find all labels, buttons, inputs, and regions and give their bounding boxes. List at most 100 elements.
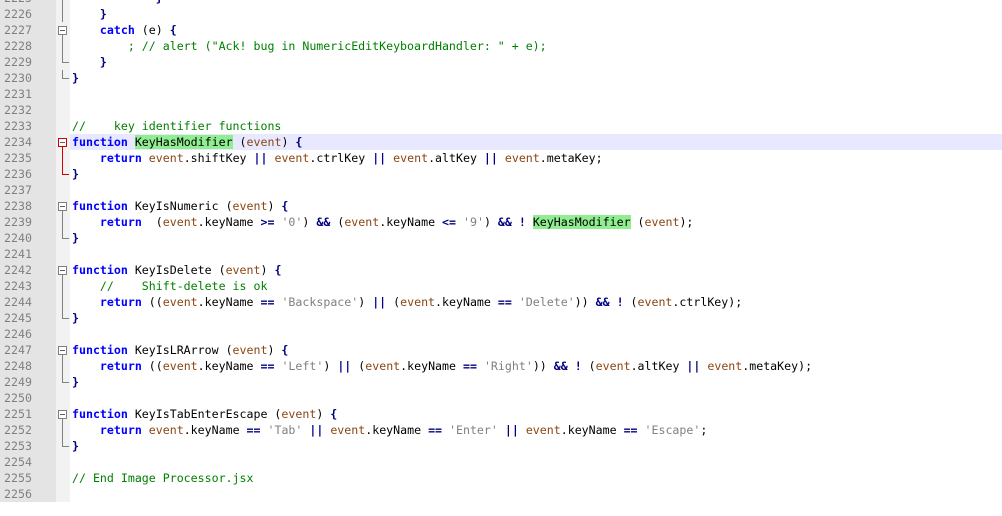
code-token: event [246, 135, 282, 149]
code-token: )) [574, 295, 596, 309]
fold-toggle-icon[interactable] [56, 198, 70, 214]
code-token: == [462, 359, 477, 373]
code-line[interactable]: 2227 catch (e) { [0, 22, 1002, 38]
line-number: 2253 [0, 438, 56, 454]
code-token: ; [700, 423, 708, 437]
fold-toggle-icon[interactable] [56, 134, 70, 150]
code-token: ( [623, 295, 638, 309]
code-token: // End Image Processor.jsx [72, 471, 254, 485]
code-token: } [72, 311, 79, 325]
code-line[interactable]: 2239 return (event.keyName >= '0') && (e… [0, 214, 1002, 230]
code-token: } [72, 71, 79, 85]
code-line[interactable]: 2254 [0, 454, 1002, 470]
code-text: function KeyIsNumeric (event) { [72, 198, 288, 214]
code-line[interactable]: 2249} [0, 374, 1002, 390]
fold-toggle-icon[interactable] [56, 22, 70, 38]
code-token: ( [386, 295, 401, 309]
fold-margin [56, 118, 70, 134]
line-number: 2252 [0, 422, 56, 438]
code-token: ) [260, 263, 275, 277]
code-line[interactable]: 2229 } [0, 54, 1002, 70]
code-line[interactable]: 2234 function KeyHasModifier (event) { [0, 134, 1002, 150]
code-token: ) [267, 199, 282, 213]
code-token: 'Delete' [518, 295, 575, 309]
code-line[interactable]: 2247 function KeyIsLRArrow (event) { [0, 342, 1002, 358]
code-token: function [72, 343, 128, 357]
code-token: { [281, 343, 289, 357]
code-text: // Shift-delete is ok [72, 278, 268, 294]
code-token: ( [232, 135, 247, 149]
code-token: event [400, 295, 436, 309]
code-line[interactable]: 2243 // Shift-delete is ok [0, 278, 1002, 294]
code-token: ) [302, 215, 317, 229]
code-token: && ! [553, 359, 582, 373]
code-token: .metaKey; [539, 151, 603, 165]
code-line[interactable]: 2246 [0, 326, 1002, 342]
fold-margin [56, 470, 70, 486]
line-number: 2233 [0, 118, 56, 134]
code-text: } [72, 310, 79, 326]
code-line[interactable]: 2250 [0, 390, 1002, 406]
code-line[interactable]: 2245} [0, 310, 1002, 326]
code-token: ; // alert ("Ack! bug in NumericEditKeyb… [72, 39, 547, 53]
line-number: 2228 [0, 38, 56, 54]
code-line[interactable]: 2228 ; // alert ("Ack! bug in NumericEdi… [0, 38, 1002, 54]
code-line[interactable]: 2236} [0, 166, 1002, 182]
code-line[interactable]: 2231 [0, 86, 1002, 102]
highlighted-token: KeyHasModifier [134, 135, 233, 149]
line-number: 2226 [0, 6, 56, 22]
code-line[interactable]: 2237 [0, 182, 1002, 198]
line-number: 2250 [0, 390, 56, 406]
code-line[interactable]: 2240} [0, 230, 1002, 246]
code-token: || [372, 151, 387, 165]
code-line[interactable]: 2232 [0, 102, 1002, 118]
code-line[interactable]: 2253} [0, 438, 1002, 454]
line-number: 2255 [0, 470, 56, 486]
fold-toggle-icon[interactable] [56, 262, 70, 278]
code-token: // Shift-delete is ok [72, 279, 268, 293]
line-number: 2234 [0, 134, 56, 150]
code-line[interactable]: 2235 return event.shiftKey || event.ctrl… [0, 150, 1002, 166]
code-line[interactable]: 2255 // End Image Processor.jsx [0, 470, 1002, 486]
code-token: } [72, 231, 79, 245]
code-token: } [72, 0, 163, 5]
line-number: 2239 [0, 214, 56, 230]
code-token: (( [141, 295, 163, 309]
code-line[interactable]: 2251 function KeyIsTabEnterEscape (event)… [0, 406, 1002, 422]
code-line[interactable]: 2252 return event.keyName == 'Tab' || ev… [0, 422, 1002, 438]
code-line[interactable]: 2238 function KeyIsNumeric (event) { [0, 198, 1002, 214]
code-token: function [72, 135, 128, 149]
code-token: || [337, 359, 352, 373]
code-line[interactable]: 2256 [0, 486, 1002, 502]
code-line[interactable]: 2244 return ((event.keyName == 'Backspac… [0, 294, 1002, 310]
code-line[interactable]: 2226 } [0, 6, 1002, 22]
code-token: } [72, 55, 107, 69]
code-editor[interactable]: 2225 }2226 }2227 catch (e) {2228 ; // al… [0, 0, 1002, 502]
line-number: 2238 [0, 198, 56, 214]
code-text: } [72, 166, 79, 182]
line-number: 2251 [0, 406, 56, 422]
code-token: KeyIsDelete ( [127, 263, 226, 277]
code-token: || [483, 151, 498, 165]
code-token: .ctrlKey [309, 151, 373, 165]
code-text: } [72, 6, 107, 22]
line-number: 2249 [0, 374, 56, 390]
code-token: == [623, 423, 638, 437]
code-token: || [309, 423, 324, 437]
code-line[interactable]: 2230} [0, 70, 1002, 86]
code-token: .keyName [400, 359, 463, 373]
code-token: ( [141, 215, 163, 229]
fold-toggle-icon[interactable] [56, 342, 70, 358]
code-line[interactable]: 2248 return ((event.keyName == 'Left') |… [0, 358, 1002, 374]
code-token: ) [483, 215, 498, 229]
code-line[interactable]: 2242 function KeyIsDelete (event) { [0, 262, 1002, 278]
code-token: ( [351, 359, 366, 373]
fold-toggle-icon[interactable] [56, 406, 70, 422]
code-line[interactable]: 2241 [0, 246, 1002, 262]
code-line[interactable]: 2233 // key identifier functions [0, 118, 1002, 134]
